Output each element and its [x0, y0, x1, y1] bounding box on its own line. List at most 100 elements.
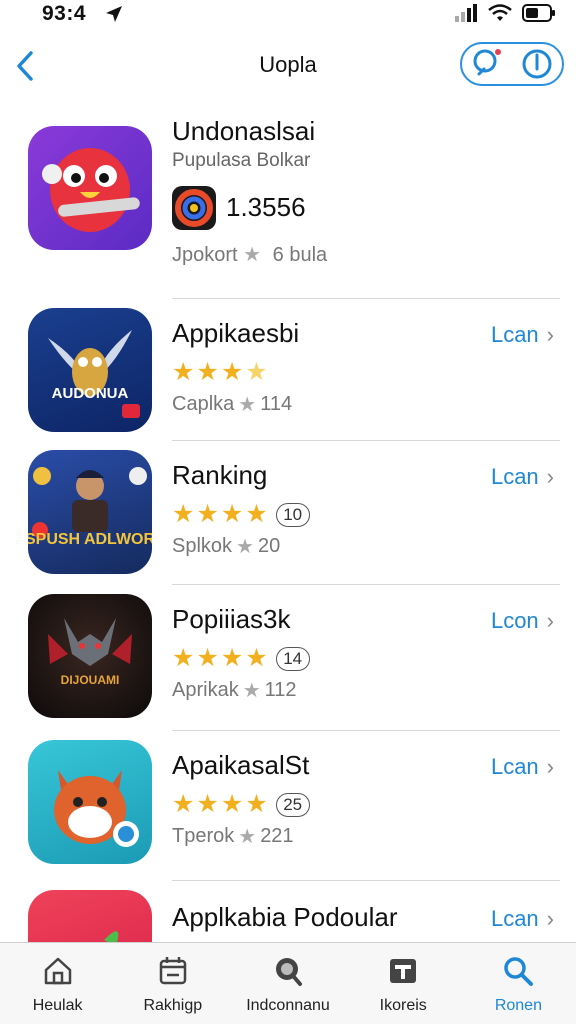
cellular-signal-icon: [455, 4, 477, 22]
star-icon: ★: [245, 644, 268, 672]
photo-icon: [385, 953, 421, 989]
app-meta: Splkok ★ 20: [172, 534, 280, 559]
star-icon: ★: [196, 358, 219, 386]
app-meta: Aprikak ★ 112: [172, 678, 297, 703]
star-icon: ★: [172, 500, 195, 528]
nav-bar: Uopla: [0, 34, 576, 96]
status-bar: 93:4: [0, 0, 576, 30]
tab-bar: Heulak Rakhigp Indconnanu Ikoreis Ronen: [0, 942, 576, 1024]
star-icon: ★: [172, 644, 195, 672]
star-icon: ★: [172, 358, 195, 386]
app-meta-label: Aprikak: [172, 679, 239, 701]
star-icon: ★: [242, 680, 261, 702]
featured-meta-label: Jpokort: [172, 244, 238, 266]
home-icon: [40, 953, 76, 989]
list-item[interactable]: AUDONUA Appikaesbi ★ ★ ★ ★ Caplka ★ 114 …: [0, 298, 576, 444]
chevron-right-icon: ›: [546, 906, 554, 931]
fox-icon: [28, 740, 152, 864]
featured-app-score: 1.3556: [226, 192, 306, 222]
tab-label: Rakhigp: [143, 997, 203, 1014]
star-icon: ★: [172, 790, 195, 818]
app-link-label: Lcan: [490, 906, 539, 931]
divider: [172, 440, 560, 441]
svg-text:DIJOUAMI: DIJOUAMI: [61, 673, 120, 687]
rating-count-badge: 14: [275, 646, 310, 671]
app-meta-label: Tperok: [172, 825, 235, 847]
star-icon: ★: [238, 826, 257, 848]
search-alt-icon: [270, 953, 306, 989]
status-time: 93:4: [42, 2, 87, 25]
app-name: Appikaesbi: [172, 318, 300, 348]
divider: [172, 584, 560, 585]
svg-text:SPUSH ADLWOR: SPUSH ADLWOR: [28, 531, 152, 548]
divider: [172, 298, 560, 299]
star-icon: ★: [220, 644, 244, 672]
app-link[interactable]: Lcon ›: [491, 608, 554, 634]
game-character-icon: SPUSH ADLWOR: [28, 450, 152, 574]
list-item[interactable]: Applkabia Podoular Lcan ›: [0, 880, 576, 942]
tab-label: Ikoreis: [379, 997, 427, 1014]
app-meta-label: Caplka: [172, 393, 235, 415]
battery-icon: [522, 4, 555, 22]
owl-icon: AUDONUA: [28, 308, 152, 432]
star-rating: ★ ★ ★ ★ 25: [172, 792, 310, 817]
tab-ranking[interactable]: Rakhigp: [115, 943, 230, 1024]
star-icon: ★: [220, 790, 244, 818]
app-name: ApaikasalSt: [172, 750, 310, 780]
star-icon: ★: [196, 790, 219, 818]
tab-ikoreis[interactable]: Ikoreis: [346, 943, 461, 1024]
app-meta-count: 114: [260, 393, 293, 415]
featured-app[interactable]: Undonaslsai Pupulasa Bolkar 1.3556 Jpoko…: [0, 108, 576, 298]
tab-search[interactable]: Ronen: [461, 943, 576, 1024]
app-name: Popiiias3k: [172, 604, 291, 634]
app-link-label: Lcan: [490, 322, 539, 347]
rating-count-badge: 10: [275, 502, 310, 527]
featured-meta-count: 6 bula: [272, 244, 328, 266]
calendar-icon: [155, 953, 191, 989]
star-icon: ★: [220, 500, 244, 528]
star-rating: ★ ★ ★ ★ 10: [172, 502, 310, 527]
rating-badge-icon: [172, 186, 216, 230]
star-icon: ★: [196, 500, 219, 528]
app-link[interactable]: Lcan ›: [491, 464, 554, 490]
star-icon: ★: [238, 394, 257, 416]
star-icon: ★: [245, 358, 268, 386]
app-link-label: Lcon: [490, 608, 539, 633]
search-icon: [500, 953, 536, 989]
app-meta: Tperok ★ 221: [172, 824, 294, 849]
chevron-right-icon: ›: [546, 464, 554, 489]
app-meta-count: 112: [264, 679, 297, 701]
search-button[interactable]: [470, 47, 504, 81]
demon-icon: DIJOUAMI: [28, 594, 152, 718]
tab-indconnanu[interactable]: Indconnanu: [230, 943, 345, 1024]
app-link[interactable]: Lcan ›: [491, 754, 554, 780]
app-meta-label: Splkok: [172, 535, 233, 557]
list-item[interactable]: SPUSH ADLWOR Ranking ★ ★ ★ ★ 10 Splkok ★…: [0, 440, 576, 586]
star-icon: ★: [243, 244, 262, 266]
star-icon: ★: [220, 358, 244, 386]
rating-count-badge: 25: [275, 792, 310, 817]
green-creature-icon: [28, 890, 152, 942]
tab-label: Indconnanu: [246, 997, 330, 1014]
svg-text:AUDONUA: AUDONUA: [52, 385, 129, 402]
tab-label: Ronen: [494, 997, 542, 1014]
divider: [172, 880, 560, 881]
list-item[interactable]: DIJOUAMI Popiiias3k ★ ★ ★ ★ 14 Aprikak ★…: [0, 584, 576, 730]
featured-app-meta: Jpokort ★ 6 bula: [172, 242, 327, 267]
app-link-label: Lcan: [490, 754, 539, 779]
chevron-right-icon: ›: [546, 322, 554, 347]
star-icon: ★: [236, 536, 254, 558]
location-arrow-icon: [106, 6, 122, 22]
app-link[interactable]: Lcan ›: [491, 906, 554, 932]
app-meta-count: 20: [257, 535, 281, 557]
list-item[interactable]: ApaikasalSt ★ ★ ★ ★ 25 Tperok ★ 221 Lcan…: [0, 730, 576, 876]
app-link[interactable]: Lcan ›: [491, 322, 554, 348]
account-button[interactable]: [520, 47, 554, 81]
app-meta: Caplka ★ 114: [172, 392, 292, 417]
featured-app-name: Undonaslsai: [172, 116, 316, 146]
tab-home[interactable]: Heulak: [0, 943, 115, 1024]
app-meta-count: 221: [260, 825, 294, 847]
wifi-icon: [488, 4, 512, 21]
divider: [172, 730, 560, 731]
star-icon: ★: [245, 790, 268, 818]
